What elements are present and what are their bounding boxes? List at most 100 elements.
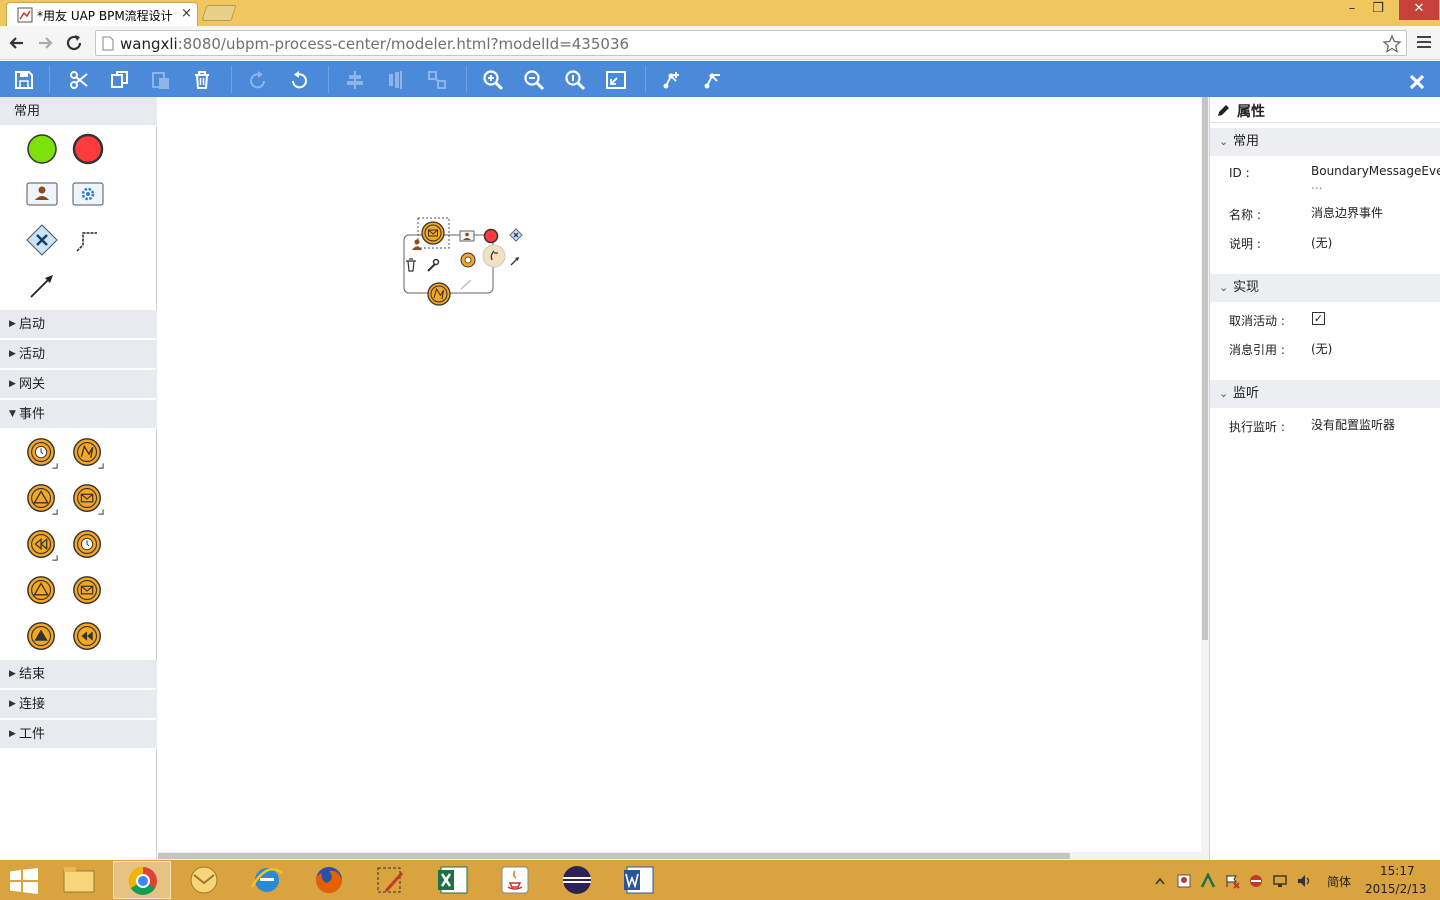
zoom-actual-icon[interactable]	[564, 69, 586, 91]
folder-icon	[63, 867, 95, 893]
boundary-signal-event-icon[interactable]	[25, 482, 59, 516]
new-tab-button[interactable]	[201, 5, 237, 21]
clock-date[interactable]: 2015/2/13	[1365, 882, 1427, 896]
reload-icon[interactable]	[63, 32, 85, 54]
vertical-scrollbar[interactable]	[1201, 97, 1209, 860]
save-icon[interactable]	[13, 69, 35, 91]
taskbar-snipping[interactable]	[362, 861, 420, 899]
diagram-canvas[interactable]	[158, 97, 1201, 860]
volume-icon[interactable]	[1296, 873, 1312, 889]
timer-event-shortcut-icon[interactable]	[460, 252, 476, 268]
palette-group-start[interactable]: ▶ 启动	[0, 310, 157, 339]
palette-group-common[interactable]: 常用	[0, 97, 157, 126]
boundary-timer-event-icon[interactable]	[25, 436, 59, 470]
boundary-message-event-icon[interactable]	[71, 482, 105, 516]
tray-user-icon[interactable]	[1176, 873, 1192, 889]
sequence-flow-icon[interactable]	[71, 223, 105, 257]
back-icon[interactable]	[6, 32, 28, 54]
action-center-flag-icon[interactable]	[1224, 873, 1240, 889]
window-close-button[interactable]: ✕	[1399, 0, 1439, 20]
close-icon[interactable]	[1406, 71, 1428, 93]
same-size-icon[interactable]	[426, 69, 448, 91]
horizontal-scroll-thumb[interactable]	[158, 853, 1070, 859]
service-task-icon[interactable]	[71, 177, 105, 211]
palette-group-end[interactable]: ▶ 结束	[0, 660, 157, 689]
zoom-in-icon[interactable]	[482, 69, 504, 91]
boundary-error-event-shape[interactable]	[427, 282, 451, 306]
gateway-shortcut-icon[interactable]	[509, 228, 523, 242]
network-icon[interactable]	[1272, 873, 1288, 889]
boundary-compensation-event-icon[interactable]	[25, 528, 59, 562]
undo-icon[interactable]	[288, 69, 310, 91]
vertical-scroll-thumb[interactable]	[1202, 97, 1208, 640]
restore-button[interactable]: ❐	[1365, 0, 1391, 20]
section-implementation[interactable]: ⌄ 实现	[1210, 274, 1440, 302]
cut-icon[interactable]	[68, 69, 90, 91]
taskbar-java[interactable]	[486, 861, 544, 899]
palette-group-event[interactable]: ▼ 事件	[0, 400, 157, 429]
bend-point-add-icon[interactable]	[661, 69, 683, 91]
intermediate-timer-event-icon[interactable]	[71, 528, 105, 562]
zoom-fit-icon[interactable]	[605, 69, 627, 91]
intermediate-signal-event-icon[interactable]	[25, 574, 59, 608]
taskbar-ie[interactable]	[238, 861, 296, 899]
forward-icon[interactable]	[34, 32, 56, 54]
user-task-icon[interactable]	[25, 177, 59, 211]
user-task-shortcut-icon[interactable]	[459, 230, 475, 242]
throw-compensation-event-icon[interactable]	[71, 620, 105, 654]
horizontal-scrollbar[interactable]	[158, 852, 1201, 860]
taskbar-outlook[interactable]	[175, 861, 233, 899]
bend-point-remove-icon[interactable]	[702, 69, 724, 91]
cancel-activity-checkbox[interactable]: ✓	[1312, 312, 1325, 325]
clock-time[interactable]: 15:17	[1380, 864, 1415, 878]
boundary-error-event-icon[interactable]	[71, 436, 105, 470]
taskbar-firefox[interactable]	[300, 861, 358, 899]
tray-security-icon[interactable]	[1248, 873, 1264, 889]
end-event-shortcut-icon[interactable]	[483, 228, 499, 244]
tab-close-button[interactable]: ×	[181, 6, 192, 21]
throw-signal-event-icon[interactable]	[25, 620, 59, 654]
palette-group-gateway[interactable]: ▶ 网关	[0, 370, 157, 399]
section-listeners[interactable]: ⌄ 监听	[1210, 380, 1440, 408]
connection-shortcut-icon[interactable]	[510, 257, 519, 266]
bookmark-star-icon[interactable]	[1382, 34, 1402, 54]
message-ref-value[interactable]: (无)	[1311, 340, 1332, 357]
minimize-button[interactable]: –	[1339, 0, 1365, 20]
browser-menu-icon[interactable]	[1416, 34, 1432, 50]
copy-icon[interactable]	[109, 69, 131, 91]
input-language-indicator[interactable]: 简体	[1327, 873, 1351, 890]
association-icon[interactable]	[25, 269, 59, 303]
browser-address-bar: wangxli:8080/ubpm-process-center/modeler…	[0, 26, 1440, 60]
taskbar-eclipse[interactable]	[548, 861, 606, 899]
description-value[interactable]: (无)	[1311, 234, 1332, 251]
name-value[interactable]: 消息边界事件	[1311, 204, 1383, 221]
intermediate-message-event-icon[interactable]	[71, 574, 105, 608]
exclusive-gateway-icon[interactable]	[25, 223, 59, 257]
palette-group-activity[interactable]: ▶ 活动	[0, 340, 157, 369]
taskbar-excel[interactable]	[424, 861, 482, 899]
change-type-icon[interactable]	[482, 244, 506, 268]
execution-listener-value[interactable]: 没有配置监听器	[1311, 416, 1395, 433]
windows-start-icon[interactable]	[10, 868, 38, 894]
paste-icon[interactable]	[150, 69, 172, 91]
url-input[interactable]: wangxli:8080/ubpm-process-center/modeler…	[95, 30, 1407, 56]
boundary-message-event-shape[interactable]	[421, 221, 445, 245]
palette-group-artifact[interactable]: ▶ 工件	[0, 720, 157, 749]
tray-expand-icon[interactable]	[1155, 877, 1165, 885]
align-horizontal-icon[interactable]	[344, 69, 366, 91]
id-value[interactable]: BoundaryMessageEve	[1311, 164, 1440, 178]
taskbar-word[interactable]	[610, 861, 668, 899]
taskbar-chrome[interactable]	[113, 861, 171, 899]
url-path: :8080/ubpm-process-center/modeler.html?m…	[177, 35, 630, 53]
align-vertical-icon[interactable]	[385, 69, 407, 91]
redo-icon[interactable]	[247, 69, 269, 91]
start-event-icon[interactable]	[25, 132, 59, 166]
delete-icon[interactable]	[191, 69, 213, 91]
palette-group-connection[interactable]: ▶ 连接	[0, 690, 157, 719]
section-common[interactable]: ⌄ 常用	[1210, 128, 1440, 156]
end-event-icon[interactable]	[71, 132, 105, 166]
taskbar-file-explorer[interactable]	[50, 861, 108, 899]
browser-tab[interactable]: *用友 UAP BPM流程设计 ×	[6, 2, 198, 26]
tray-app-icon[interactable]	[1200, 873, 1216, 889]
zoom-out-icon[interactable]	[523, 69, 545, 91]
